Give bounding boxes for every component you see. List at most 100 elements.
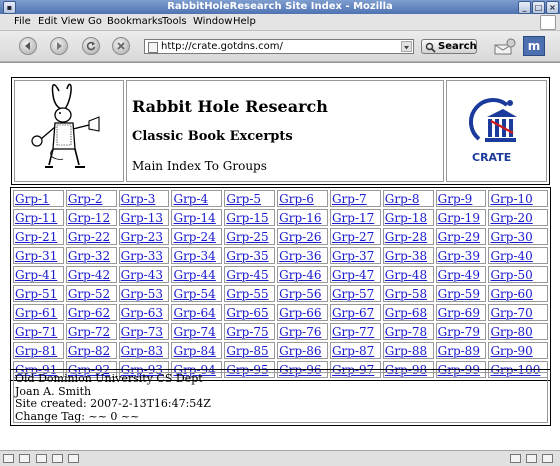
group-link[interactable]: Grp-81	[15, 344, 57, 358]
mail-status-icon[interactable]	[19, 454, 30, 463]
group-link[interactable]: Grp-33	[121, 249, 163, 263]
group-link[interactable]: Grp-76	[279, 325, 321, 339]
group-link[interactable]: Grp-72	[68, 325, 110, 339]
group-link[interactable]: Grp-39	[438, 249, 480, 263]
group-link[interactable]: Grp-68	[385, 306, 427, 320]
group-link[interactable]: Grp-44	[173, 268, 215, 282]
group-link[interactable]: Grp-73	[121, 325, 163, 339]
group-link[interactable]: Grp-40	[490, 249, 532, 263]
group-link[interactable]: Grp-25	[226, 230, 268, 244]
group-link[interactable]: Grp-49	[438, 268, 480, 282]
close-icon[interactable]: ×	[546, 1, 559, 14]
group-link[interactable]: Grp-50	[490, 268, 532, 282]
group-link[interactable]: Grp-12	[68, 211, 110, 225]
group-link[interactable]: Grp-26	[279, 230, 321, 244]
group-link[interactable]: Grp-56	[279, 287, 321, 301]
group-link[interactable]: Grp-89	[438, 344, 480, 358]
menu-bookmarks[interactable]: Bookmarks	[107, 16, 163, 27]
group-link[interactable]: Grp-8	[385, 192, 420, 206]
group-link[interactable]: Grp-54	[173, 287, 215, 301]
group-link[interactable]: Grp-51	[15, 287, 57, 301]
group-link[interactable]: Grp-2	[68, 192, 103, 206]
group-link[interactable]: Grp-14	[173, 211, 215, 225]
group-link[interactable]: Grp-61	[15, 306, 57, 320]
group-link[interactable]: Grp-84	[173, 344, 215, 358]
group-link[interactable]: Grp-32	[68, 249, 110, 263]
navigator-icon[interactable]	[3, 454, 14, 463]
group-link[interactable]: Grp-1	[15, 192, 50, 206]
group-link[interactable]: Grp-83	[121, 344, 163, 358]
group-link[interactable]: Grp-31	[15, 249, 57, 263]
group-link[interactable]: Grp-55	[226, 287, 268, 301]
group-link[interactable]: Grp-16	[279, 211, 321, 225]
group-link[interactable]: Grp-17	[332, 211, 374, 225]
group-link[interactable]: Grp-29	[438, 230, 480, 244]
group-link[interactable]: Grp-22	[68, 230, 110, 244]
group-link[interactable]: Grp-57	[332, 287, 374, 301]
stop-button[interactable]	[112, 37, 130, 55]
group-link[interactable]: Grp-60	[490, 287, 532, 301]
menu-go[interactable]: Go	[88, 16, 102, 27]
group-link[interactable]: Grp-53	[121, 287, 163, 301]
group-link[interactable]: Grp-90	[490, 344, 532, 358]
group-link[interactable]: Grp-71	[15, 325, 57, 339]
group-link[interactable]: Grp-13	[121, 211, 163, 225]
group-link[interactable]: Grp-20	[490, 211, 532, 225]
group-link[interactable]: Grp-5	[226, 192, 261, 206]
group-link[interactable]: Grp-52	[68, 287, 110, 301]
group-link[interactable]: Grp-62	[68, 306, 110, 320]
group-link[interactable]: Grp-3	[121, 192, 156, 206]
address-bar[interactable]: http://crate.gotdns.com/	[144, 39, 414, 54]
group-link[interactable]: Grp-64	[173, 306, 215, 320]
menu-help[interactable]: Help	[233, 16, 256, 27]
group-link[interactable]: Grp-18	[385, 211, 427, 225]
group-link[interactable]: Grp-6	[279, 192, 314, 206]
url-dropdown-button[interactable]	[401, 41, 412, 52]
chat-icon[interactable]	[52, 454, 63, 463]
group-link[interactable]: Grp-69	[438, 306, 480, 320]
group-link[interactable]: Grp-66	[279, 306, 321, 320]
group-link[interactable]: Grp-65	[226, 306, 268, 320]
group-link[interactable]: Grp-27	[332, 230, 374, 244]
group-link[interactable]: Grp-85	[226, 344, 268, 358]
reload-button[interactable]	[82, 37, 100, 55]
group-link[interactable]: Grp-21	[15, 230, 57, 244]
group-link[interactable]: Grp-41	[15, 268, 57, 282]
group-link[interactable]: Grp-28	[385, 230, 427, 244]
group-link[interactable]: Grp-9	[438, 192, 473, 206]
url-text[interactable]: http://crate.gotdns.com/	[161, 41, 283, 52]
composer-icon[interactable]	[36, 454, 47, 463]
group-link[interactable]: Grp-82	[68, 344, 110, 358]
group-link[interactable]: Grp-74	[173, 325, 215, 339]
group-link[interactable]: Grp-45	[226, 268, 268, 282]
group-link[interactable]: Grp-59	[438, 287, 480, 301]
group-link[interactable]: Grp-7	[332, 192, 367, 206]
mail-icon[interactable]	[493, 37, 517, 57]
group-link[interactable]: Grp-10	[490, 192, 532, 206]
group-link[interactable]: Grp-19	[438, 211, 480, 225]
group-link[interactable]: Grp-38	[385, 249, 427, 263]
group-link[interactable]: Grp-48	[385, 268, 427, 282]
group-link[interactable]: Grp-77	[332, 325, 374, 339]
group-link[interactable]: Grp-80	[490, 325, 532, 339]
menu-window[interactable]: Window	[193, 16, 232, 27]
group-link[interactable]: Grp-43	[121, 268, 163, 282]
group-link[interactable]: Grp-30	[490, 230, 532, 244]
group-link[interactable]: Grp-87	[332, 344, 374, 358]
group-link[interactable]: Grp-23	[121, 230, 163, 244]
group-link[interactable]: Grp-35	[226, 249, 268, 263]
menu-file[interactable]: File	[14, 16, 31, 27]
menu-tools[interactable]: Tools	[162, 16, 187, 27]
group-link[interactable]: Grp-75	[226, 325, 268, 339]
group-link[interactable]: Grp-11	[15, 211, 57, 225]
group-link[interactable]: Grp-24	[173, 230, 215, 244]
group-link[interactable]: Grp-86	[279, 344, 321, 358]
group-link[interactable]: Grp-67	[332, 306, 374, 320]
window-menu-icon[interactable]: ▪	[3, 1, 16, 14]
group-link[interactable]: Grp-58	[385, 287, 427, 301]
group-link[interactable]: Grp-4	[173, 192, 208, 206]
group-link[interactable]: Grp-42	[68, 268, 110, 282]
group-link[interactable]: Grp-70	[490, 306, 532, 320]
search-button[interactable]: Search	[421, 39, 477, 54]
group-link[interactable]: Grp-88	[385, 344, 427, 358]
